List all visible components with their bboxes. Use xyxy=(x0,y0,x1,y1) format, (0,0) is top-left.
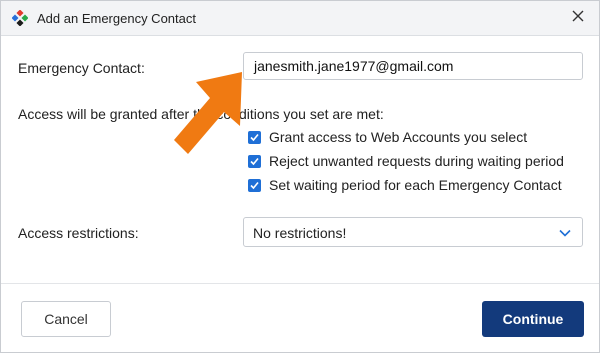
checkbox-label: Set waiting period for each Emergency Co… xyxy=(269,177,562,193)
checkbox-waiting-period[interactable]: Set waiting period for each Emergency Co… xyxy=(248,176,562,194)
access-restrictions-select[interactable]: No restrictions! xyxy=(243,217,583,247)
close-icon xyxy=(572,9,584,27)
checkbox-checked-icon[interactable] xyxy=(248,154,261,168)
cancel-button[interactable]: Cancel xyxy=(21,301,111,337)
checkbox-checked-icon[interactable] xyxy=(248,130,261,144)
close-button[interactable] xyxy=(567,7,589,29)
access-restrictions-label: Access restrictions: xyxy=(18,225,139,241)
conditions-text: Access will be granted after the conditi… xyxy=(18,106,384,122)
emergency-contact-input[interactable]: janesmith.jane1977@gmail.com xyxy=(243,52,583,80)
dialog-titlebar: Add an Emergency Contact xyxy=(1,1,599,36)
app-logo-icon xyxy=(11,9,29,27)
emergency-contact-label: Emergency Contact: xyxy=(18,60,145,76)
chevron-down-icon[interactable] xyxy=(558,226,572,245)
checkbox-reject-requests[interactable]: Reject unwanted requests during waiting … xyxy=(248,152,564,170)
continue-button[interactable]: Continue xyxy=(482,301,584,337)
emergency-contact-dialog: Add an Emergency Contact Emergency Conta… xyxy=(0,0,600,353)
dialog-title: Add an Emergency Contact xyxy=(37,11,196,26)
footer-divider xyxy=(1,283,599,284)
checkbox-label: Reject unwanted requests during waiting … xyxy=(269,153,564,169)
checkbox-label: Grant access to Web Accounts you select xyxy=(269,129,528,145)
checkbox-grant-access[interactable]: Grant access to Web Accounts you select xyxy=(248,128,527,146)
selected-restriction: No restrictions! xyxy=(253,225,347,241)
checkbox-checked-icon[interactable] xyxy=(248,178,261,192)
